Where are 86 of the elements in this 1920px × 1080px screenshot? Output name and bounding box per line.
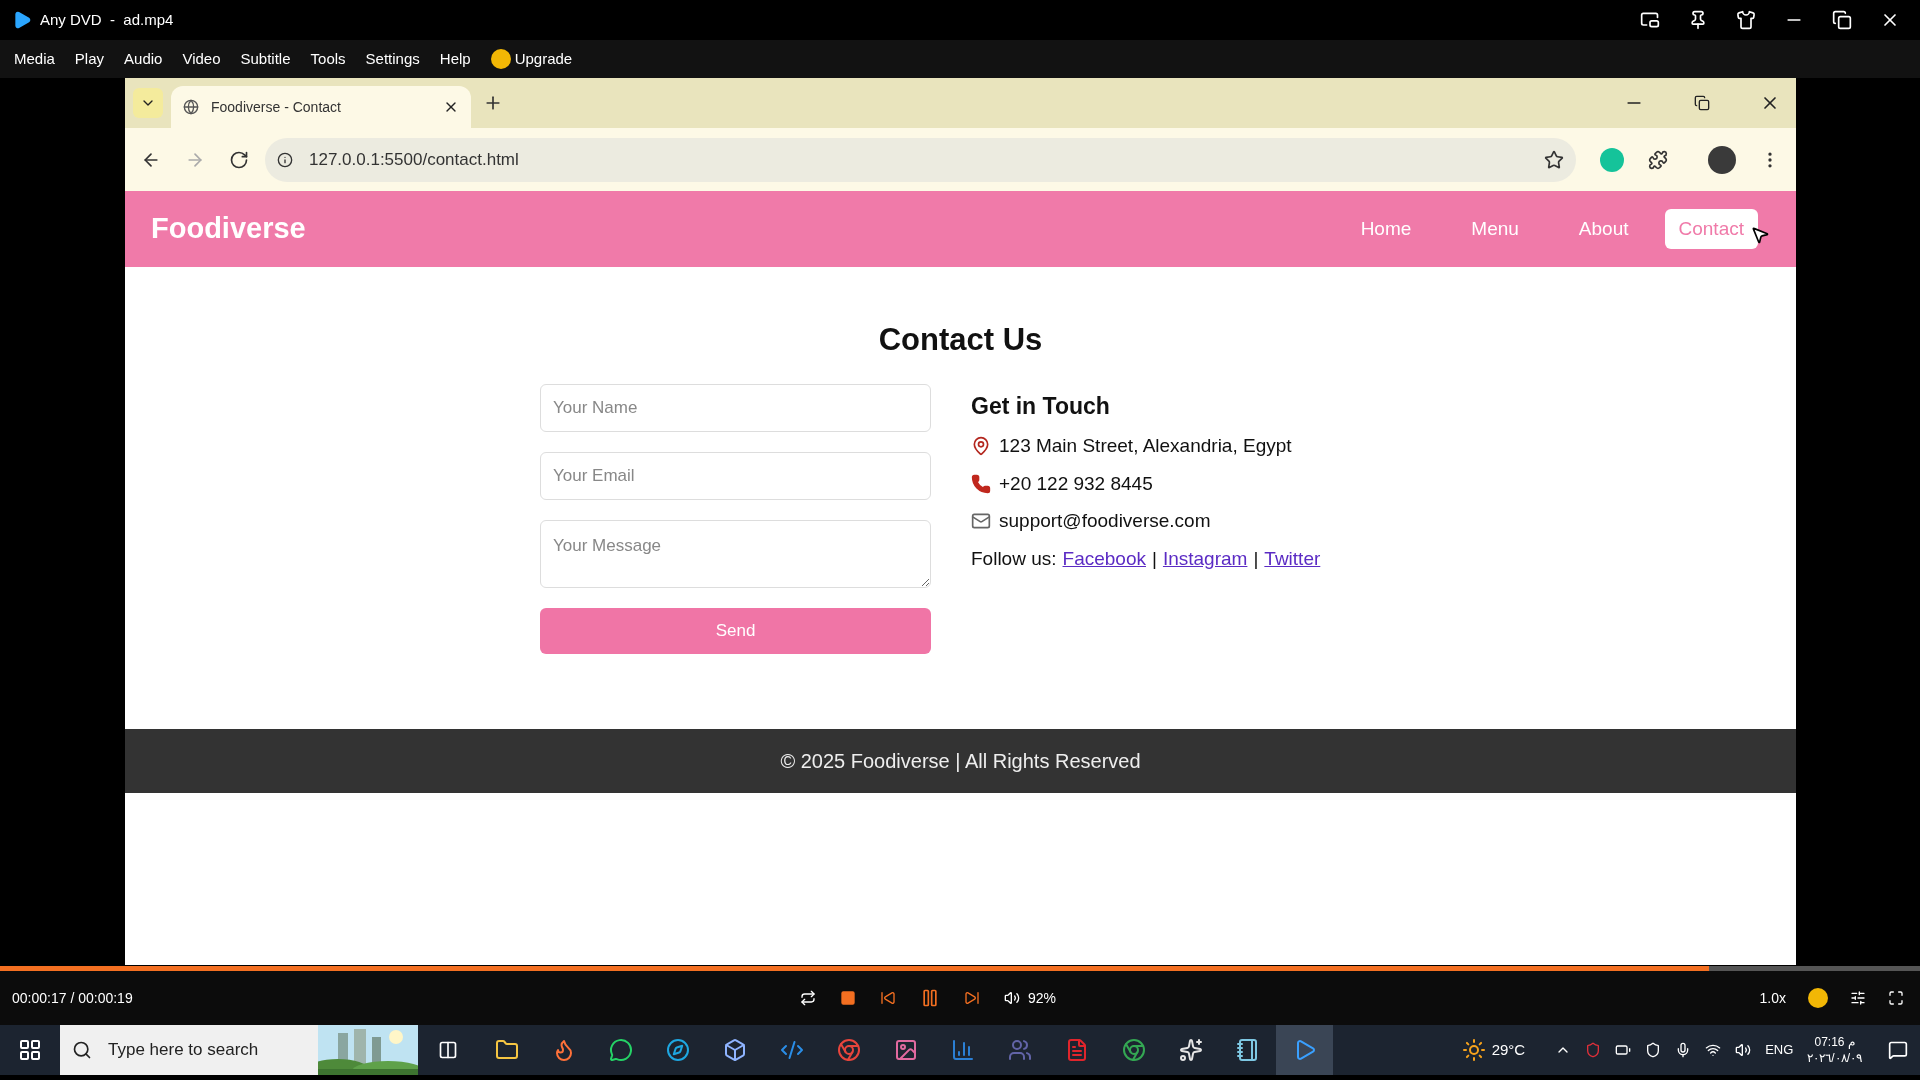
site-info-icon[interactable] [277,151,293,168]
follow-label: Follow us: [971,546,1057,571]
shirt-icon[interactable] [1736,10,1756,30]
picture-in-picture-icon[interactable] [1640,10,1660,30]
time-display: 00:00:17 / 00:00:19 [12,988,133,1008]
contact-detail: +20 122 932 8445 [999,471,1153,496]
sparkle-icon[interactable] [1178,1038,1203,1062]
social-link[interactable]: Instagram [1162,544,1248,573]
address-bar[interactable]: 127.0.0.1:5500/contact.html [265,137,1576,182]
compass-icon[interactable] [665,1038,690,1062]
clock-time[interactable]: 07:16 م [1814,1034,1855,1050]
next-icon[interactable] [964,990,980,1006]
taskbar-search-field[interactable]: Type here to search [60,1025,418,1075]
temperature: 29°C [1491,1039,1526,1060]
search-icon [72,1040,92,1060]
menu-item[interactable]: Subtitle [230,47,301,71]
separator: | [1152,546,1157,571]
phone-icon [971,473,991,494]
weather-icon [1461,1038,1486,1062]
battery-icon[interactable] [1615,1042,1632,1058]
browser-tab[interactable]: Foodiverse - Contact [171,86,471,128]
bookmark-star-icon[interactable] [1544,149,1564,170]
pin-icon [971,436,991,457]
volume-icon[interactable] [1004,990,1020,1006]
wifi-icon[interactable] [1705,1042,1722,1058]
menu-item[interactable]: Audio [114,47,173,71]
settings-icon[interactable] [1850,990,1866,1006]
window-title: Any DVD - ad.mp4 [40,9,174,30]
contact-detail: support@foodiverse.com [999,509,1211,533]
info-heading: Get in Touch [971,391,1111,421]
notifications-icon[interactable] [1888,1040,1908,1060]
upgrade-button[interactable]: Upgrade [514,47,573,71]
envelope-icon [971,511,991,532]
repeat-icon[interactable] [800,990,816,1006]
chat-icon[interactable] [608,1038,633,1062]
shield-icon[interactable] [1585,1042,1602,1058]
previous-icon[interactable] [880,990,896,1006]
image-icon[interactable] [893,1038,918,1062]
pro-badge-icon [1808,988,1828,1008]
task-view-icon[interactable] [438,1040,458,1060]
volume-percent: 92% [1028,988,1057,1008]
app-logo-icon [12,10,32,30]
extensions-icon[interactable] [1648,149,1668,170]
menu-item[interactable]: Media [4,47,65,71]
folder-icon[interactable] [494,1038,519,1062]
clock-date[interactable]: ٢٠٢٦/٠٨/٠٩ [1807,1050,1862,1066]
input-field[interactable]: Your Name [540,383,931,432]
chrome-icon[interactable] [836,1038,861,1062]
social-link[interactable]: Facebook [1062,544,1146,573]
page-heading: Contact Us [878,321,1043,359]
code-icon[interactable] [779,1038,804,1062]
pause-icon[interactable] [920,988,940,1008]
reload-icon[interactable] [229,149,249,170]
chart-icon[interactable] [950,1038,975,1062]
menu-item[interactable]: Tools [300,47,356,71]
input-field[interactable]: Your Email [540,451,931,500]
language-indicator[interactable]: ENG [1765,1040,1794,1060]
restore-icon[interactable] [1832,10,1852,30]
tab-list-button[interactable] [133,88,163,118]
menu-item[interactable]: Play [64,47,115,71]
stop-icon[interactable] [840,990,856,1006]
social-link[interactable]: Twitter [1264,544,1321,573]
message-field[interactable]: Your Message [540,519,931,588]
security-icon[interactable] [1645,1042,1662,1058]
volume-icon[interactable] [1735,1042,1752,1058]
menu-item[interactable]: Settings [355,47,430,71]
profile-avatar[interactable] [1708,145,1736,174]
menu-item[interactable]: Help [429,47,481,71]
footer-text: © 2025 Foodiverse | All Rights Reserved [780,749,1141,774]
tab-title: Foodiverse - Contact [211,97,341,117]
url-text: 127.0.0.1:5500/contact.html [309,148,519,171]
restore-icon[interactable] [1694,95,1710,111]
fullscreen-icon[interactable] [1888,990,1904,1006]
globe-icon [183,99,199,115]
start-icon[interactable] [18,1038,42,1062]
search-placeholder: Type here to search [108,1039,259,1062]
notebook-icon[interactable] [1235,1038,1260,1062]
speed-button[interactable]: 1.0x [1759,987,1786,1009]
separator: | [1253,546,1259,571]
pro-badge-icon [490,49,511,69]
contact-detail: 123 Main Street, Alexandria, Egypt [999,434,1292,458]
menu-item[interactable]: Video [172,47,231,71]
people-icon[interactable] [1007,1038,1032,1062]
cube-icon[interactable] [722,1038,747,1062]
chrome-icon[interactable] [1121,1038,1146,1062]
pin-icon[interactable] [1688,10,1708,30]
